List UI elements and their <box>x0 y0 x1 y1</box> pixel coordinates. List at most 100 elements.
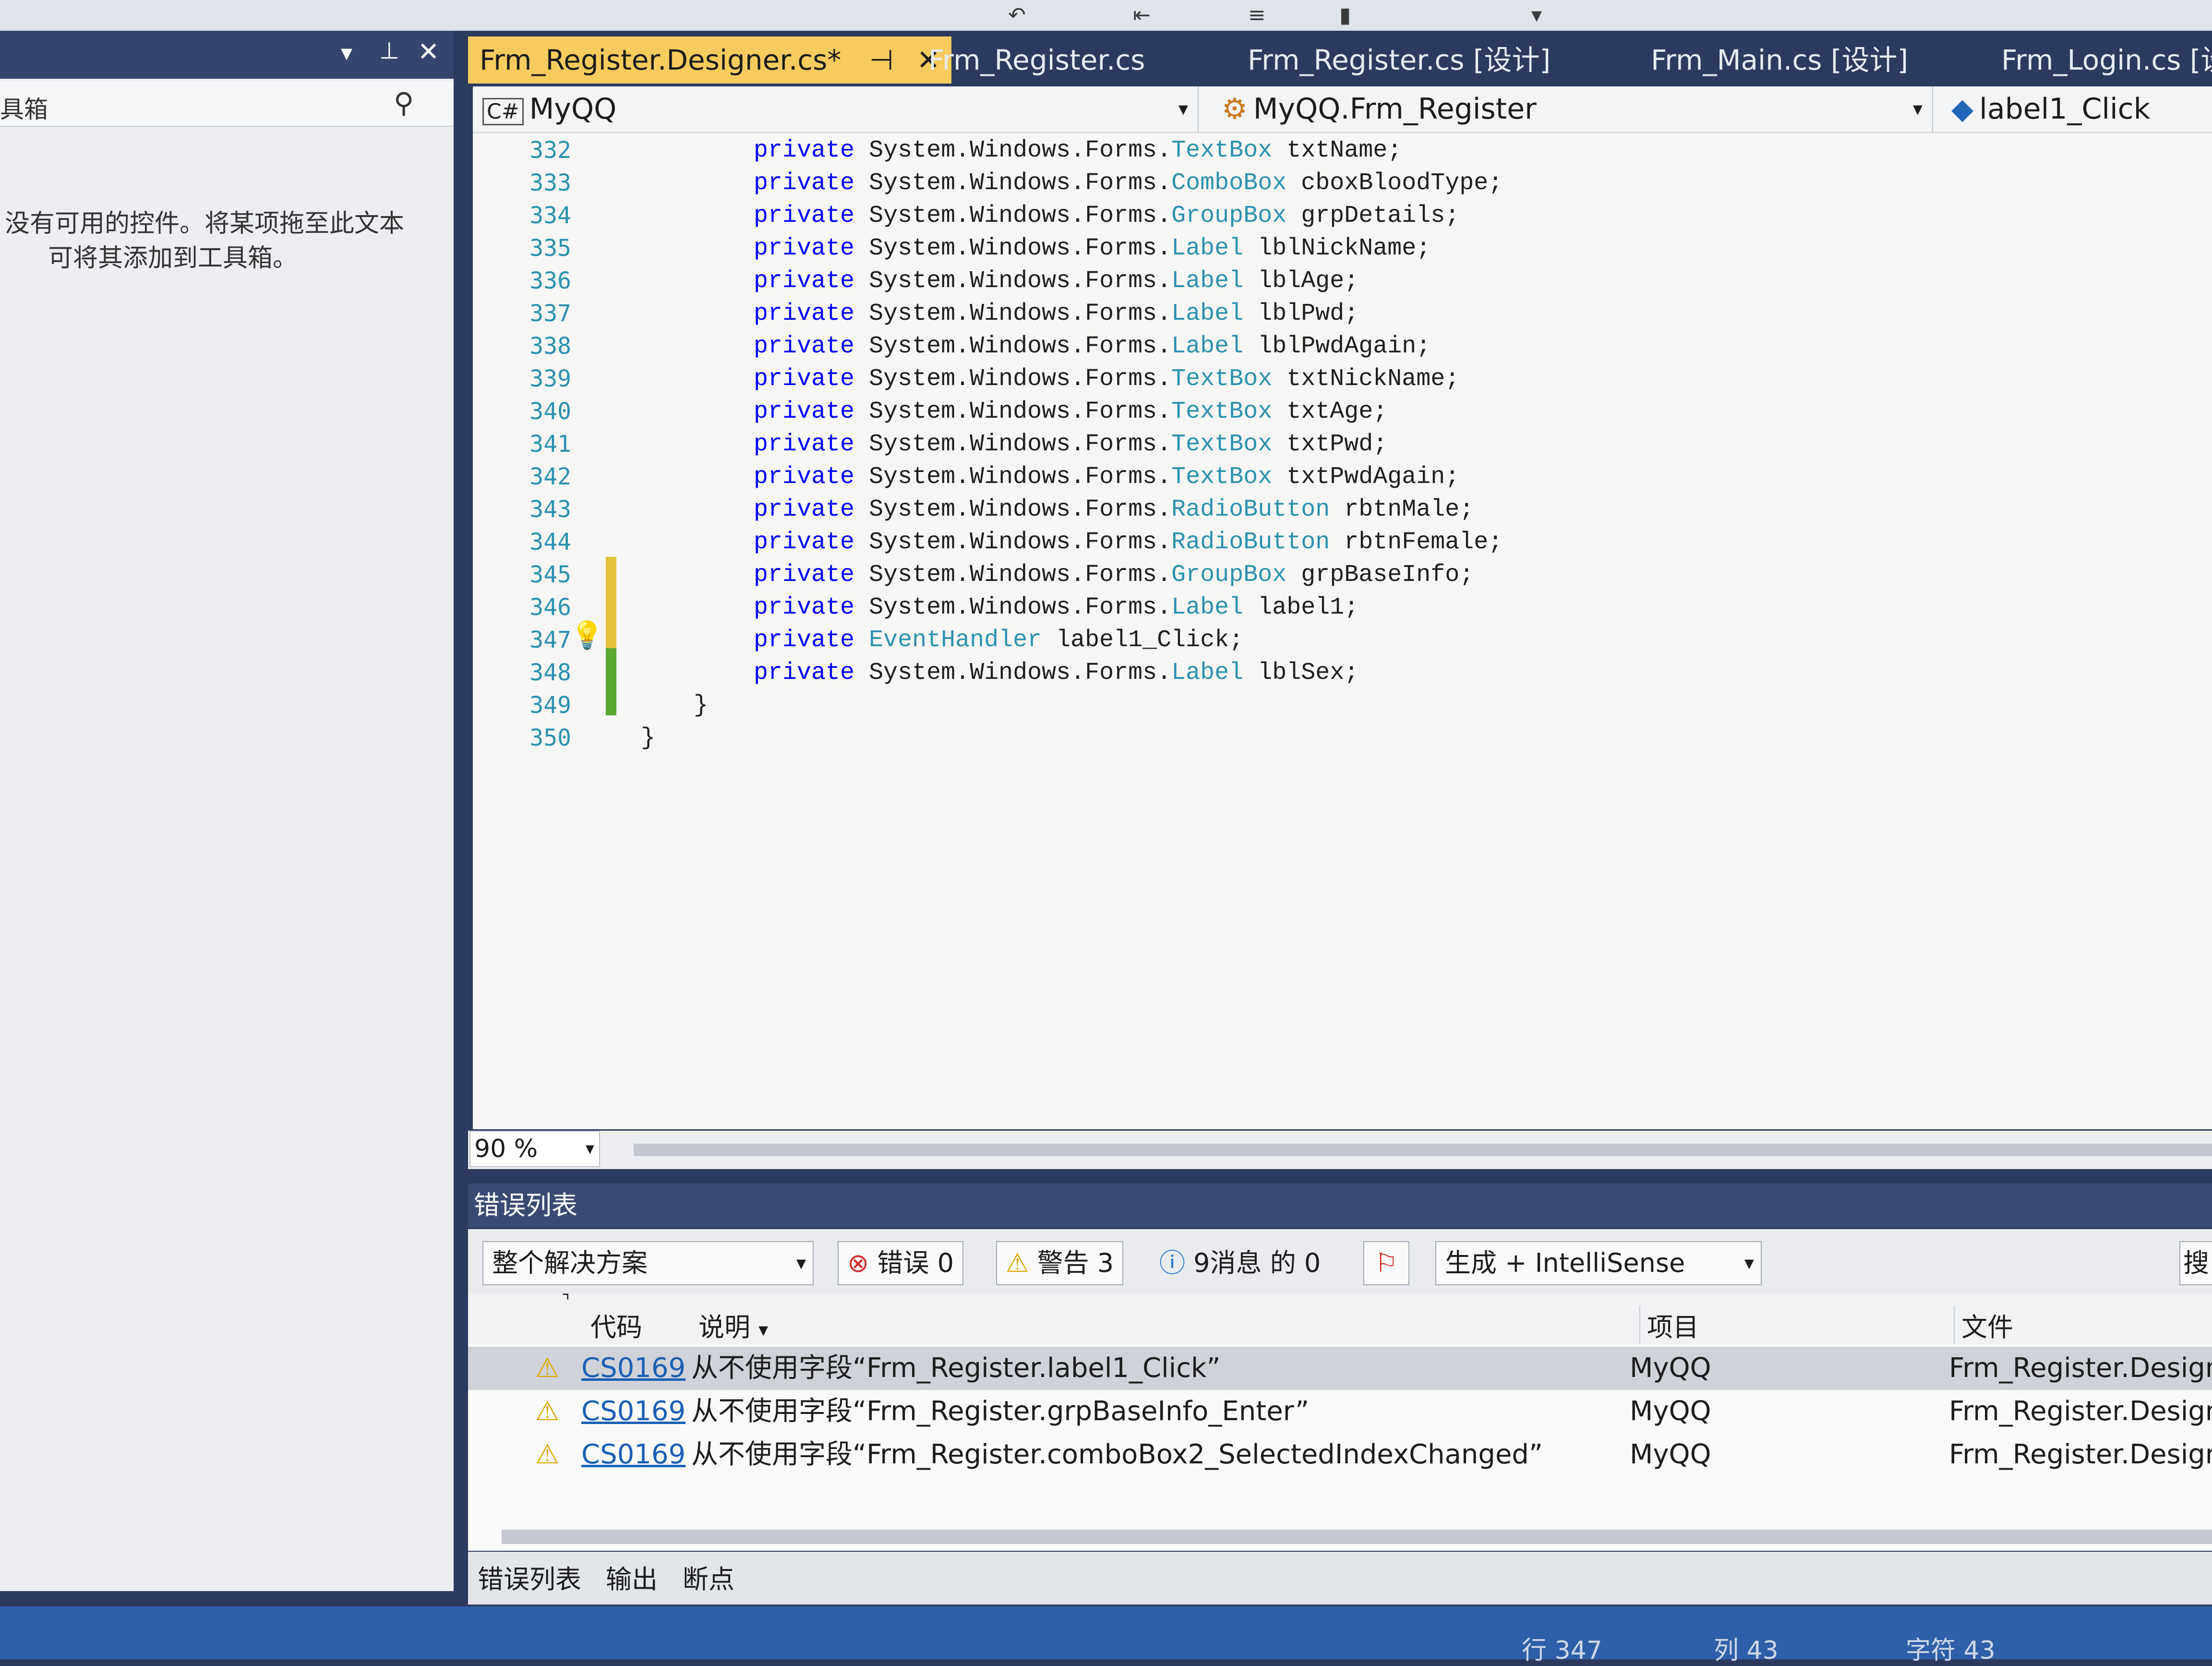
tab-label: Frm_Register.cs [设计] <box>1248 44 1551 76</box>
sort-icon[interactable]: ⌝ <box>562 1292 570 1311</box>
comment-icon[interactable]: ≡ <box>1248 3 1266 27</box>
code-line: private System.Windows.Forms.TextBox txt… <box>754 137 1402 164</box>
error-row[interactable]: ⚠ CS0169 从不使用字段“Frm_Register.comboBox2_Sel… <box>468 1433 2212 1476</box>
top-toolbar: ↶ ⇤ ≡ ▮ ▾ <box>0 0 2212 31</box>
class-name: MyQQ.Frm_Register <box>1253 92 1537 126</box>
code-line: private System.Windows.Forms.RadioButton… <box>754 496 1474 523</box>
line-number: 336 <box>529 267 571 294</box>
errors-filter-button[interactable]: ⊗ 错误 0 <box>838 1241 963 1285</box>
namespace: System.Windows.Forms. <box>869 235 1172 262</box>
namespace: System.Windows.Forms. <box>869 333 1172 360</box>
field-name: cboxBloodType; <box>1301 169 1503 197</box>
close-icon[interactable]: ✕ <box>418 36 439 67</box>
field-name: lblPwd; <box>1258 300 1359 327</box>
tab-output[interactable]: 输出 <box>606 1558 658 1596</box>
error-row[interactable]: ⚠ CS0169 从不使用字段“Frm_Register.grpBaseInfo_E… <box>468 1390 2212 1433</box>
pin-icon[interactable]: ⊥ <box>379 37 399 64</box>
error-list-scrollbar[interactable] <box>502 1530 2212 1544</box>
pin-icon[interactable]: ⊣ <box>869 44 894 76</box>
type-name: Label <box>1171 300 1244 327</box>
column-description[interactable]: 说明 ▾ <box>698 1306 768 1344</box>
keyword: private <box>754 431 855 458</box>
dropdown-icon[interactable]: ▾ <box>341 39 352 66</box>
tab-frm-register[interactable]: Frm_Register.cs <box>917 36 1156 84</box>
info-icon: ⓘ <box>1159 1248 1185 1278</box>
type-name: RadioButton <box>1171 496 1330 523</box>
tab-frm-login-design[interactable]: Frm_Login.cs [设计 <box>1990 36 2212 84</box>
errors-count: 错误 0 <box>877 1248 954 1278</box>
scope-dropdown[interactable]: 整个解决方案 ▾ <box>482 1241 814 1285</box>
type-name: GroupBox <box>1171 561 1287 589</box>
code-line: private System.Windows.Forms.Label lblSe… <box>754 659 1358 687</box>
chevron-down-icon: ▾ <box>758 1319 769 1341</box>
toolbox-search[interactable]: 具箱 ⚲ <box>0 82 454 127</box>
type-name: TextBox <box>1171 137 1273 164</box>
format-icon[interactable]: ⇤ <box>1133 3 1151 27</box>
class-dropdown[interactable]: ⚙ MyQQ.Frm_Register ▾ <box>1222 86 1933 132</box>
keyword: private <box>754 137 855 164</box>
project-dropdown[interactable]: C# MyQQ ▾ <box>482 86 1199 132</box>
code-line: private System.Windows.Forms.TextBox txt… <box>754 398 1387 425</box>
line-number: 342 <box>529 463 571 490</box>
field-name: rbtnFemale; <box>1344 529 1503 556</box>
horizontal-scrollbar[interactable] <box>634 1144 2212 1156</box>
field-name: txtAge; <box>1286 398 1388 425</box>
error-code-link[interactable]: CS0169 <box>581 1347 685 1390</box>
error-row[interactable]: ⚠ CS0169 从不使用字段“Frm_Register.label1_Click”… <box>468 1347 2212 1390</box>
tab-frm-register-designer[interactable]: Frm_Register.Designer.cs* ⊣ ✕ <box>468 36 952 84</box>
line-number: 334 <box>529 202 571 229</box>
field-name: txtPwd; <box>1286 431 1388 458</box>
keyword: private <box>754 496 855 523</box>
bookmark-icon[interactable]: ▮ <box>1339 3 1351 27</box>
tab-frm-register-design[interactable]: Frm_Register.cs [设计] <box>1236 36 1562 84</box>
line-number: 343 <box>529 496 571 523</box>
namespace: System.Windows.Forms. <box>869 561 1172 589</box>
field-name: lblSex; <box>1258 659 1359 687</box>
lightbulb-icon[interactable]: 💡 <box>570 619 604 651</box>
messages-filter-button[interactable]: ⓘ 9消息 的 0 <box>1150 1241 1330 1285</box>
column-project[interactable]: 项目 <box>1639 1306 1699 1344</box>
tab-label: Frm_Login.cs [设计 <box>2001 44 2212 76</box>
column-description-label: 说明 <box>698 1312 750 1342</box>
warning-icon: ⚠ <box>535 1352 560 1384</box>
type-name: TextBox <box>1171 398 1273 425</box>
tab-error-list[interactable]: 错误列表 <box>478 1558 581 1596</box>
namespace: System.Windows.Forms. <box>869 365 1172 393</box>
filter-clear-button[interactable]: ⚐ <box>1363 1241 1409 1285</box>
field-name: lblAge; <box>1258 267 1359 295</box>
column-file[interactable]: 文件 <box>1954 1306 2013 1344</box>
keyword: private <box>754 169 855 197</box>
code-line: private System.Windows.Forms.RadioButton… <box>754 529 1503 556</box>
toolbar-overflow-icon[interactable]: ▾ <box>1531 3 1542 27</box>
type-name: Label <box>1171 594 1244 621</box>
search-icon[interactable]: ⚲ <box>394 86 414 119</box>
error-code-link[interactable]: CS0169 <box>581 1390 685 1433</box>
error-code-link[interactable]: CS0169 <box>581 1433 685 1476</box>
keyword: private <box>754 365 855 393</box>
code-line: private System.Windows.Forms.Label label… <box>754 594 1358 621</box>
type-name: Label <box>1171 659 1244 687</box>
type-name: Label <box>1171 267 1244 295</box>
type-name: Label <box>1171 333 1244 360</box>
field-name: txtPwdAgain; <box>1286 463 1460 491</box>
code-line: private System.Windows.Forms.Label lblPw… <box>754 300 1358 327</box>
build-filter-dropdown[interactable]: 生成 + IntelliSense ▾ <box>1435 1241 1762 1285</box>
column-code[interactable]: 代码 <box>590 1306 642 1344</box>
error-description: 从不使用字段“Frm_Register.label1_Click” <box>691 1352 1221 1384</box>
error-search-box[interactable]: 搜 <box>2179 1241 2212 1285</box>
namespace: System.Windows.Forms. <box>869 659 1172 687</box>
toolbox-empty-message: 没有可用的控件。将某项拖至此文本 可将其添加到工具箱。 <box>5 206 446 276</box>
warning-icon: ⚠ <box>535 1439 560 1470</box>
tab-breakpoints[interactable]: 断点 <box>683 1558 734 1596</box>
error-project: MyQQ <box>1630 1352 1711 1384</box>
error-icon: ⊗ <box>847 1248 869 1278</box>
namespace: System.Windows.Forms. <box>869 463 1172 491</box>
error-file: Frm_Register.Designe <box>1949 1352 2212 1384</box>
member-dropdown[interactable]: ◆ label1_Click <box>1951 86 2150 132</box>
zoom-dropdown[interactable]: 90 % ▾ <box>469 1131 600 1167</box>
undo-icon[interactable]: ↶ <box>1008 3 1026 27</box>
line-number: 338 <box>529 333 571 360</box>
tab-frm-main-design[interactable]: Frm_Main.cs [设计] <box>1639 36 1920 84</box>
namespace: System.Windows.Forms. <box>869 169 1172 197</box>
warnings-filter-button[interactable]: ⚠ 警告 3 <box>996 1241 1124 1285</box>
